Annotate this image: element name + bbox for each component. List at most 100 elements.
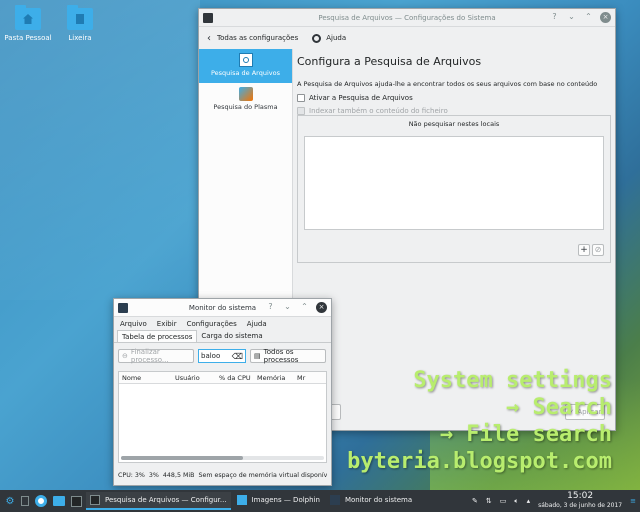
cpu-status: CPU: 3% [118, 472, 145, 479]
desktop-icon-label: Lixeira [68, 34, 92, 42]
taskbar: ⚙ Pesquisa de Arquivos — Configur... Ima… [0, 490, 640, 512]
sidebar-item-label: Pesquisa do Plasma [213, 103, 278, 111]
help-lifebuoy-icon [312, 33, 322, 43]
menu-file[interactable]: Arquivo [120, 320, 147, 328]
volume-icon[interactable]: 🔈︎ [514, 497, 518, 506]
sidebar-item-file-search[interactable]: Pesquisa de Arquivos [199, 49, 292, 83]
settings-task-icon [90, 495, 100, 505]
tab-process-table[interactable]: Tabela de processos [117, 330, 198, 342]
task-system-settings[interactable]: Pesquisa de Arquivos — Configur... [86, 492, 231, 510]
sidebar-item-label: Pesquisa de Arquivos [210, 69, 281, 77]
clipboard-icon[interactable]: ▭ [500, 497, 507, 505]
horizontal-scrollbar[interactable] [121, 456, 324, 460]
excluded-folders-header: Não pesquisar nestes locais [408, 120, 500, 128]
excluded-folders-panel: Não pesquisar nestes locais + ⊘ [297, 115, 611, 263]
task-system-monitor[interactable]: Monitor do sistema [326, 492, 416, 510]
end-process-label: Finalizar processo... [130, 348, 169, 364]
clock-date: sábado, 3 de junho de 2017 [538, 502, 623, 509]
filter-icon: ▤ [254, 352, 261, 360]
minimize-icon[interactable]: ⌄ [282, 302, 293, 313]
task-label: Imagens — Dolphin [251, 496, 320, 504]
monitor-task-icon [329, 495, 340, 505]
column-header[interactable]: Usuário [175, 374, 219, 382]
page-title: Configura a Pesquisa de Arquivos [297, 55, 482, 68]
application-launcher-icon[interactable]: ⚙ [2, 496, 18, 507]
clear-icon[interactable]: ⌫ [232, 352, 243, 361]
add-folder-button[interactable]: + [578, 244, 590, 256]
process-table-header: Nome Usuário % da CPU Memória Mr [119, 372, 326, 384]
memory-percent: 3% [148, 472, 159, 479]
overlay-caption: System settings → Search → File search b… [347, 367, 612, 475]
menu-view[interactable]: Exibir [157, 320, 177, 328]
desktop-icon-home[interactable]: Pasta Pessoal [0, 5, 56, 42]
menu-help[interactable]: Ajuda [247, 320, 267, 328]
column-header[interactable]: % da CPU [219, 374, 257, 382]
enable-file-search-label: Ativar a Pesquisa de Arquivos [309, 94, 413, 102]
monitor-titlebar[interactable]: Monitor do sistema ? ⌄ ⌃ × [114, 299, 331, 317]
process-search-input[interactable]: baloo ⌫ [198, 349, 246, 363]
chevron-left-icon: ‹ [207, 32, 211, 44]
page-description: A Pesquisa de Arquivos ajuda-lhe a encon… [297, 80, 598, 88]
help-label: Ajuda [326, 34, 347, 42]
column-header[interactable]: Nome [119, 374, 175, 382]
end-process-icon: ⊖ [122, 352, 128, 360]
task-label: Pesquisa de Arquivos — Configur... [105, 496, 227, 504]
digital-clock[interactable]: 15:02 sábado, 3 de junho de 2017 [538, 492, 622, 510]
monitor-menubar: Arquivo Exibir Configurações Ajuda [114, 317, 331, 330]
settings-titlebar[interactable]: Pesquisa de Arquivos — Configurações do … [199, 9, 615, 27]
tab-system-load[interactable]: Carga do sistema [197, 330, 266, 342]
menu-settings[interactable]: Configurações [187, 320, 237, 328]
monitor-tabs: Tabela de processos Carga do sistema [114, 330, 331, 343]
memory-status: 448,5 MiB [162, 472, 195, 479]
network-icon[interactable]: ⇅ [486, 497, 492, 505]
search-value: baloo [201, 352, 221, 360]
help-button[interactable]: Ajuda [312, 33, 347, 43]
pager-icon[interactable] [21, 496, 29, 506]
home-folder-icon [15, 5, 41, 30]
process-filter-select[interactable]: ▤ Todos os processos [250, 348, 326, 364]
overlay-line: System settings [413, 368, 612, 393]
help-icon[interactable]: ? [265, 302, 276, 313]
monitor-toolbar: ⊖ Finalizar processo... baloo ⌫ ▤ Todos … [114, 346, 331, 366]
column-header[interactable]: Memória [257, 374, 297, 382]
overlay-line: byteria.blogspot.com [347, 449, 612, 474]
minimize-icon[interactable]: ⌄ [566, 12, 577, 23]
overlay-line: → Search [506, 395, 612, 420]
checkbox-box[interactable] [297, 107, 305, 115]
enable-file-search-checkbox[interactable]: Ativar a Pesquisa de Arquivos [297, 94, 609, 102]
filter-label: Todos os processos [263, 348, 299, 364]
column-header[interactable]: Mr [297, 374, 311, 382]
tray-expand-icon[interactable]: ▴ [527, 497, 531, 505]
maximize-icon[interactable]: ⌃ [583, 12, 594, 23]
task-dolphin[interactable]: Imagens — Dolphin [233, 492, 324, 510]
wallpaper-shard [0, 0, 200, 300]
settings-toolbar: ‹ Todas as configurações Ajuda [199, 27, 615, 49]
checkbox-box[interactable] [297, 94, 305, 102]
process-table[interactable]: Nome Usuário % da CPU Memória Mr [118, 371, 327, 463]
file-search-icon [238, 53, 253, 67]
panel-settings-icon[interactable]: ≡ [630, 497, 636, 505]
dolphin-icon[interactable] [53, 496, 65, 506]
end-process-button[interactable]: ⊖ Finalizar processo... [118, 348, 194, 364]
desktop-icon-trash[interactable]: Lixeira [52, 5, 108, 42]
chromium-icon[interactable] [35, 495, 47, 507]
overlay-line: → File search [439, 422, 612, 447]
back-button[interactable]: ‹ Todas as configurações [207, 33, 298, 44]
desktop-icon-label: Pasta Pessoal [4, 34, 52, 42]
index-content-label: Indexar também o conteúdo do ficheiro [309, 107, 448, 115]
terminal-icon[interactable] [71, 495, 82, 507]
help-icon[interactable]: ? [549, 12, 560, 23]
back-label: Todas as configurações [217, 34, 299, 42]
notes-icon[interactable]: ✎ [472, 497, 478, 505]
close-icon[interactable]: × [600, 12, 611, 23]
dolphin-task-icon [236, 495, 247, 505]
sidebar-item-plasma-search[interactable]: Pesquisa do Plasma [199, 83, 292, 117]
plasma-search-icon [238, 87, 253, 101]
remove-folder-button[interactable]: ⊘ [592, 244, 604, 256]
excluded-folders-list[interactable] [304, 136, 604, 230]
maximize-icon[interactable]: ⌃ [299, 302, 310, 313]
index-content-checkbox[interactable]: Indexar também o conteúdo do ficheiro [297, 107, 609, 115]
swap-status: Sem espaço de memória virtual disponív [198, 472, 327, 479]
system-tray: ✎ ⇅ ▭ 🔈︎ ▴ 15:02 sábado, 3 de junho de 2… [472, 492, 640, 510]
close-icon[interactable]: × [316, 302, 327, 313]
